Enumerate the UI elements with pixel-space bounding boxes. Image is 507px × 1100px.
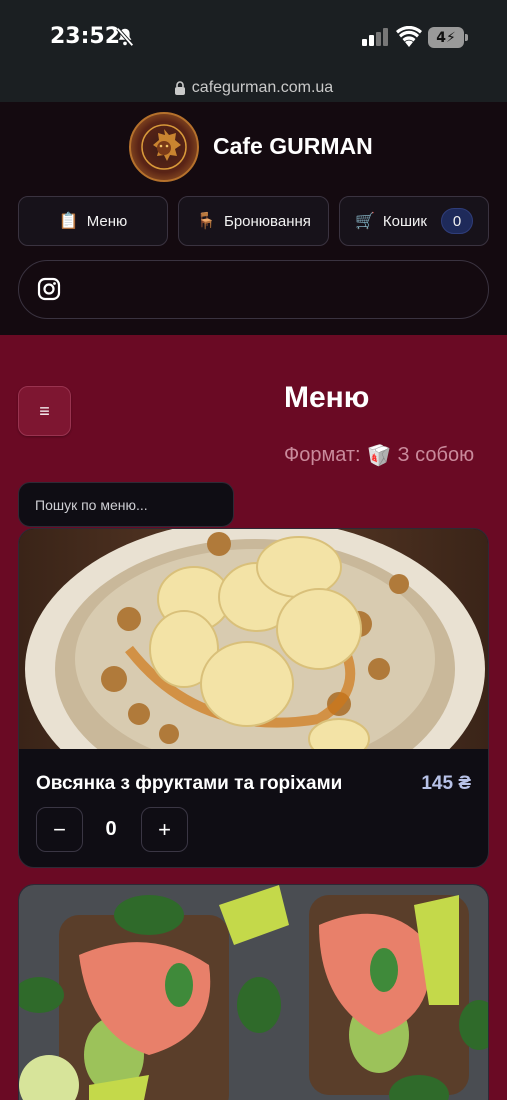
instagram-bar[interactable]: [18, 260, 489, 319]
instagram-icon[interactable]: [37, 277, 61, 301]
cart-icon: 🛒: [355, 213, 375, 230]
decrease-quantity-button[interactable]: −: [36, 807, 83, 852]
nav-menu-label: Меню: [86, 212, 128, 230]
increase-quantity-button[interactable]: +: [141, 807, 188, 852]
takeaway-box-icon: 🥡: [366, 445, 392, 467]
menu-item-card: [18, 884, 489, 1100]
cart-count-badge: 0: [440, 208, 473, 234]
brand-name: Cafe GURMAN: [213, 133, 373, 159]
menu-search-input[interactable]: Пошук по меню...: [18, 482, 234, 527]
format-label: Формат:: [284, 444, 361, 466]
nav-cart-button[interactable]: 🛒 Кошик 0: [339, 196, 489, 246]
nav-booking-button[interactable]: 🪑 Бронювання: [178, 196, 329, 246]
status-bar: 23:52 4 ⚡: [0, 0, 507, 74]
menu-item-card: Овсянка з фруктами та горіхами 145 ₴ − 0…: [18, 528, 489, 868]
quantity-value: 0: [105, 818, 117, 840]
salmon-toast-dish-image: [19, 885, 488, 1100]
clock: 23:52: [50, 24, 121, 49]
site-header: Cafe GURMAN 📋 Меню 🪑 Бронювання 🛒 Кошик …: [0, 102, 507, 335]
nav-menu-button[interactable]: 📋 Меню: [18, 196, 168, 246]
category-menu-button[interactable]: ≡: [18, 386, 71, 436]
url-text: cafegurman.com.ua: [191, 79, 334, 96]
order-format[interactable]: Формат: 🥡 З собою: [284, 443, 474, 468]
address-bar[interactable]: cafegurman.com.ua: [0, 74, 507, 102]
nav-booking-label: Бронювання: [224, 212, 311, 230]
battery-indicator: 4 ⚡: [428, 27, 468, 48]
cellular-signal-icon: [362, 28, 388, 46]
nav-cart-label: Кошик: [382, 212, 427, 230]
wifi-icon: [396, 26, 422, 47]
lock-icon: [174, 81, 185, 95]
dish-price: 145 ₴: [421, 773, 471, 794]
page-title: Меню: [284, 381, 370, 414]
chair-icon: 🪑: [196, 213, 216, 230]
clipboard-icon: 📋: [58, 213, 79, 230]
format-value: З собою: [397, 444, 475, 466]
dish-name: Овсянка з фруктами та горіхами: [36, 773, 343, 794]
lion-logo-icon[interactable]: [129, 112, 199, 182]
oatmeal-dish-image: [19, 529, 488, 749]
bell-muted-icon: [116, 27, 134, 47]
